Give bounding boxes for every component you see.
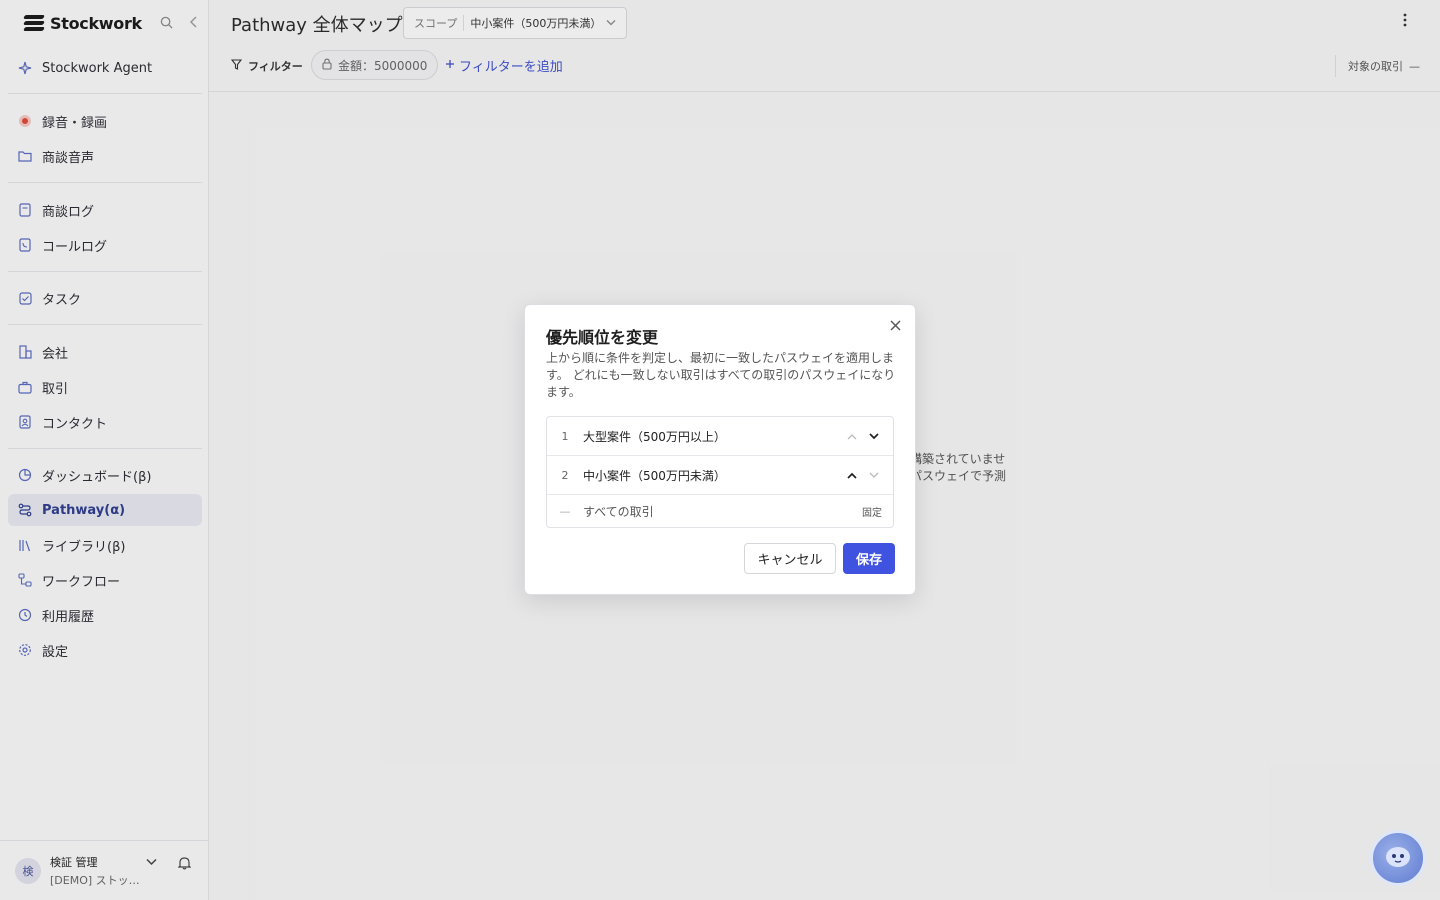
modal-description: 上から順に条件を判定し、最初に一致したパスウェイを適用します。 どれにも一致しな… <box>546 351 896 399</box>
priority-number: 2 <box>561 468 569 482</box>
pathway-name: すべての取引 <box>583 504 654 519</box>
priority-modal: 優先順位を変更 上から順に条件を判定し、最初に一致したパスウェイを適用します。 … <box>524 304 916 595</box>
priority-number: 1 <box>561 429 569 443</box>
priority-row: 1 大型案件（500万円以上） <box>547 417 893 456</box>
priority-list: 1 大型案件（500万円以上） 2 中小案件（500万円未満） — すべての取引… <box>546 416 894 528</box>
fixed-badge: 固定 <box>862 507 882 519</box>
modal-title: 優先順位を変更 <box>546 328 659 347</box>
save-button[interactable]: 保存 <box>843 543 895 574</box>
move-up-icon[interactable] <box>847 469 857 482</box>
assistant-mascot-icon <box>1383 843 1413 874</box>
priority-row: 2 中小案件（500万円未満） <box>547 456 893 495</box>
move-up-icon[interactable] <box>847 430 857 443</box>
close-icon[interactable] <box>887 319 903 335</box>
cancel-button[interactable]: キャンセル <box>744 543 836 574</box>
priority-number: — <box>559 504 571 518</box>
priority-row-fixed: — すべての取引 固定 <box>547 495 893 527</box>
pathway-name: 中小案件（500万円未満） <box>583 468 726 483</box>
assistant-chat-button[interactable] <box>1370 830 1426 886</box>
pathway-name: 大型案件（500万円以上） <box>583 429 726 444</box>
move-down-icon[interactable] <box>869 430 879 443</box>
move-down-icon[interactable] <box>869 469 879 482</box>
